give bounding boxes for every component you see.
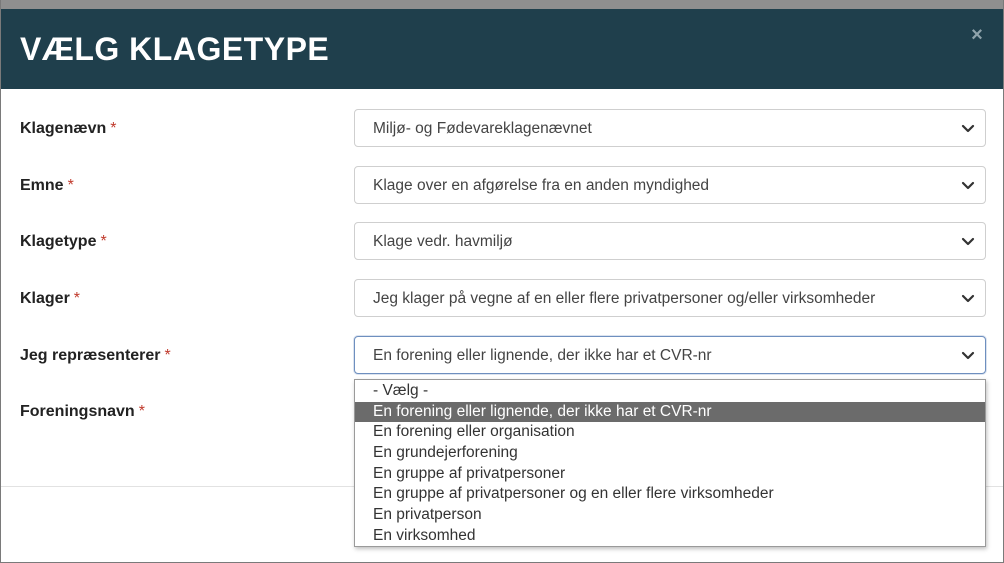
- select-value: Jeg klager på vegne af en eller flere pr…: [373, 290, 876, 307]
- select-value: Miljø- og Fødevareklagenævnet: [373, 120, 592, 137]
- dropdown-option[interactable]: En gruppe af privatpersoner: [355, 464, 985, 485]
- chevron-down-icon: [961, 237, 975, 246]
- chevron-down-icon: [961, 294, 975, 303]
- required-marker: *: [100, 233, 107, 250]
- close-icon: ×: [971, 24, 983, 46]
- dropdown-option-selected[interactable]: En forening eller lignende, der ikke har…: [355, 401, 985, 423]
- dropdown-option[interactable]: En grundejerforening: [355, 443, 985, 464]
- field-label: Klagenævn *: [20, 120, 117, 137]
- field-label: Klagetype *: [20, 233, 107, 250]
- dropdown-option[interactable]: En virksomhed: [355, 526, 985, 547]
- form-row-emne: Emne * Klage over en afgørelse fra en and…: [1, 166, 1003, 206]
- required-marker: *: [110, 120, 117, 137]
- dialog-title: VÆLG KLAGETYPE: [20, 31, 330, 67]
- form-row-klager: Klager * Jeg klager på vegne af en eller …: [1, 279, 1003, 319]
- chevron-down-icon: [961, 124, 975, 133]
- select-value: Klage vedr. havmiljø: [373, 233, 513, 250]
- backdrop-strip: [1, 0, 1003, 9]
- form-row-klagenaevn: Klagenævn * Miljø- og Fødevareklagenævnet: [1, 109, 1003, 149]
- dropdown-option[interactable]: En gruppe af privatpersoner og en eller …: [355, 484, 985, 505]
- required-marker: *: [67, 177, 74, 194]
- modal-header: VÆLG KLAGETYPE ×: [1, 9, 1003, 89]
- field-label: Jeg repræsenterer *: [20, 347, 171, 364]
- dropdown-option[interactable]: En privatperson: [355, 505, 985, 526]
- repraesenterer-dropdown-list: - Vælg - En forening eller lignende, der…: [354, 379, 986, 547]
- klagenaevn-select[interactable]: Miljø- og Fødevareklagenævnet: [354, 109, 986, 147]
- klagetype-select[interactable]: Klage vedr. havmiljø: [354, 222, 986, 260]
- klager-select[interactable]: Jeg klager på vegne af en eller flere pr…: [354, 279, 986, 317]
- dropdown-option[interactable]: - Vælg -: [355, 381, 985, 402]
- required-marker: *: [73, 290, 81, 307]
- field-label: Emne *: [20, 177, 74, 194]
- chevron-down-icon: [961, 181, 975, 190]
- close-button[interactable]: ×: [967, 25, 987, 45]
- emne-select[interactable]: Klage over en afgørelse fra en anden myn…: [354, 166, 986, 204]
- modal-window: VÆLG KLAGETYPE × Klagenævn * Miljø- og Fø…: [0, 0, 1004, 563]
- form-row-jeg-repraesenterer: Jeg repræsenterer * En forening eller lig…: [1, 336, 1003, 376]
- select-value: Klage over en afgørelse fra en anden myn…: [373, 177, 710, 194]
- required-marker: *: [138, 403, 145, 420]
- field-label: Klager *: [20, 290, 81, 307]
- dropdown-option[interactable]: En forening eller organisation: [355, 422, 985, 443]
- chevron-down-icon: [961, 351, 975, 360]
- form-row-klagetype: Klagetype * Klage vedr. havmiljø: [1, 222, 1003, 262]
- repraesenterer-select[interactable]: En forening eller lignende, der ikke har…: [354, 336, 986, 374]
- required-marker: *: [164, 347, 171, 364]
- select-value: En forening eller lignende, der ikke har…: [373, 347, 712, 364]
- field-label: Foreningsnavn *: [20, 403, 145, 420]
